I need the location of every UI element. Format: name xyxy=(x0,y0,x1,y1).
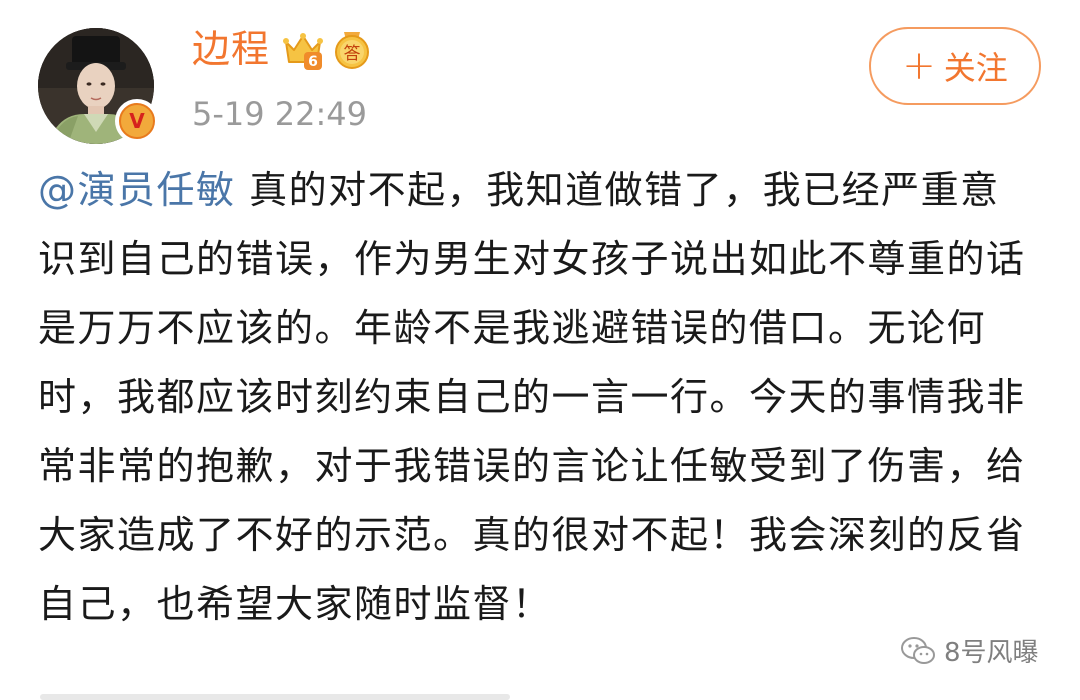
crown-level-number: 6 xyxy=(308,54,318,70)
plus-icon: + xyxy=(902,43,936,89)
answer-badge-icon[interactable]: 答 xyxy=(332,30,372,70)
crown-level-icon[interactable]: 6 xyxy=(282,30,324,72)
verified-badge-text: V xyxy=(129,109,145,133)
mention-link[interactable]: @演员任敏 xyxy=(38,168,236,212)
answer-badge-text: 答 xyxy=(344,44,361,64)
wechat-icon xyxy=(901,636,935,664)
author-name[interactable]: 边程 xyxy=(192,24,270,74)
post-content: @演员任敏 真的对不起，我知道做错了，我已经严重意识到自己的错误，作为男生对女孩… xyxy=(38,156,1038,639)
watermark-text: 8号风曝 xyxy=(944,638,1039,668)
verified-v-icon: V xyxy=(119,103,155,139)
post-text: 真的对不起，我知道做错了，我已经严重意识到自己的错误，作为男生对女孩子说出如此不… xyxy=(38,168,1026,626)
verified-badge: V xyxy=(115,99,159,143)
scroll-hint-bar xyxy=(40,694,510,700)
post-timestamp: 5-19 22:49 xyxy=(192,95,368,133)
watermark: 8号风曝 xyxy=(900,632,1039,669)
follow-button-label: 关注 xyxy=(943,49,1008,87)
follow-button[interactable]: + 关注 xyxy=(869,27,1041,105)
weibo-post-card: V 边程 6 答 5-19 22:49 + 关注 @演员任敏 真的对不起，我知道… xyxy=(0,0,1080,700)
